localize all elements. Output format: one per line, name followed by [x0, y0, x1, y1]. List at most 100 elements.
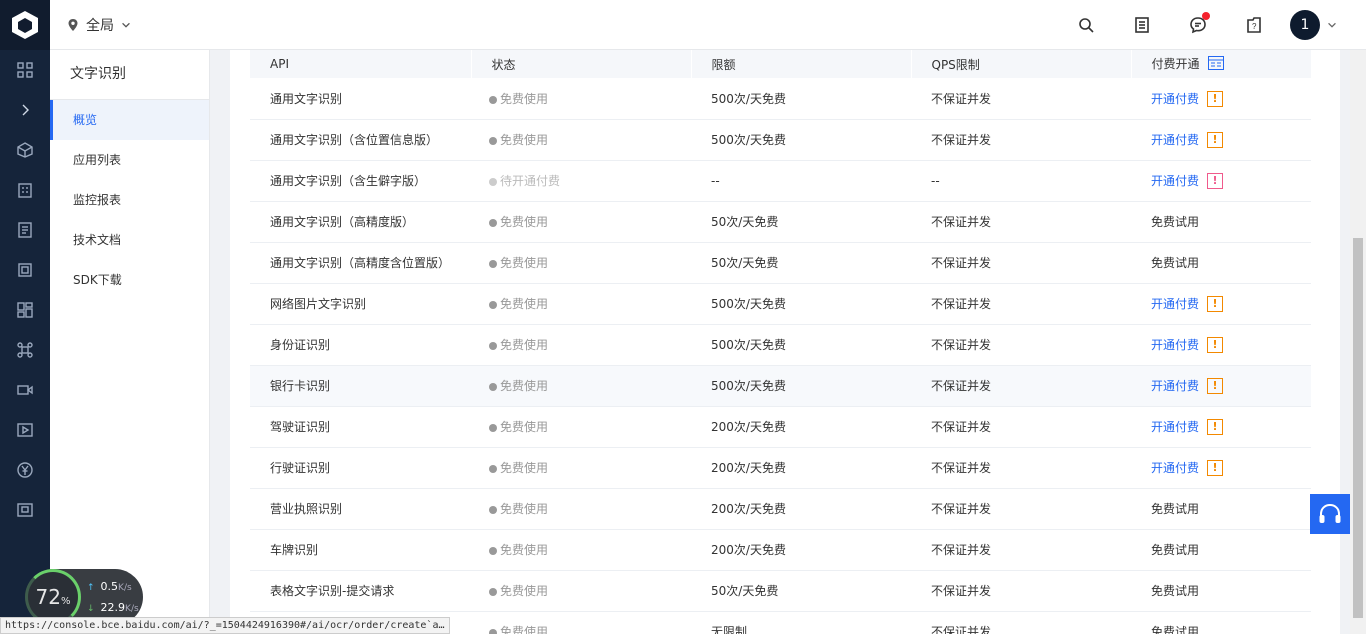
- enable-paid-link[interactable]: 开通付费: [1151, 174, 1199, 188]
- status-text: 免费使用: [500, 543, 549, 557]
- free-trial-text: 免费试用: [1151, 543, 1200, 557]
- cell-paid-action: 开通付费!: [1131, 324, 1311, 365]
- cell-qps: 不保证并发: [931, 338, 992, 352]
- warning-icon[interactable]: !: [1207, 378, 1224, 395]
- sidebar-item-app-list[interactable]: 应用列表: [50, 140, 209, 180]
- status-text: 免费使用: [500, 420, 549, 434]
- status-text: 免费使用: [500, 91, 549, 106]
- cell-quota: 500次/天免费: [711, 297, 786, 311]
- status-text: 免费使用: [500, 215, 549, 229]
- status-text: 免费使用: [500, 297, 549, 311]
- cell-api-name: 通用文字识别（高精度版）: [270, 215, 415, 229]
- warning-icon[interactable]: !: [1207, 91, 1224, 107]
- warning-icon[interactable]: !: [1207, 173, 1224, 190]
- status-text: 免费使用: [500, 379, 549, 393]
- document-icon[interactable]: [0, 210, 50, 250]
- sidebar-item-monitor-report[interactable]: 监控报表: [50, 180, 209, 220]
- enable-paid-link[interactable]: 开通付费: [1151, 133, 1199, 147]
- cell-quota: 200次/天免费: [711, 543, 786, 557]
- table-row: 车牌识别 免费使用 200次/天免费 不保证并发 免费试用: [250, 529, 1311, 570]
- page-scrollbar[interactable]: [1350, 50, 1366, 634]
- cell-quota: 无限制: [711, 625, 748, 634]
- table-header-row: API 状态 限额 QPS限制 付费开通: [250, 50, 1311, 78]
- cell-qps: 不保证并发: [931, 133, 992, 147]
- enable-paid-link[interactable]: 开通付费: [1151, 297, 1199, 311]
- table-row: 营业执照识别 免费使用 200次/天免费 不保证并发 免费试用: [250, 488, 1311, 529]
- table-row: 驾驶证识别 免费使用 200次/天免费 不保证并发 开通付费!: [250, 406, 1311, 447]
- cell-qps: 不保证并发: [931, 420, 992, 434]
- enable-paid-link[interactable]: 开通付费: [1151, 461, 1199, 475]
- cell-paid-action: 开通付费!: [1131, 283, 1311, 324]
- status-text: 免费使用: [500, 256, 549, 270]
- dashboard-icon[interactable]: [0, 290, 50, 330]
- enable-paid-link[interactable]: 开通付费: [1151, 379, 1199, 393]
- status-dot-icon: [489, 465, 497, 473]
- status-text: 待开通付费: [500, 174, 561, 188]
- cell-qps: 不保证并发: [931, 215, 992, 229]
- video-icon[interactable]: [0, 370, 50, 410]
- cell-status: 免费使用: [471, 119, 691, 160]
- region-selector[interactable]: 全局: [66, 0, 132, 50]
- cell-status: 待开通付费: [471, 160, 691, 201]
- sidebar-item-sdk-download[interactable]: SDK下载: [50, 260, 209, 300]
- grid-icon[interactable]: [0, 50, 50, 90]
- cell-paid-action: 开通付费!: [1131, 365, 1311, 406]
- customer-support-button[interactable]: [1310, 494, 1350, 534]
- building-icon[interactable]: [0, 170, 50, 210]
- cell-paid-action: 开通付费!: [1131, 406, 1311, 447]
- cell-paid-action: 免费试用: [1131, 242, 1311, 283]
- table-settings-icon[interactable]: [1207, 56, 1224, 73]
- cell-qps: 不保证并发: [931, 625, 992, 634]
- status-dot-icon: [489, 424, 497, 432]
- help-icon[interactable]: ?: [1226, 0, 1282, 50]
- status-dot-icon: [489, 547, 497, 555]
- region-label: 全局: [86, 18, 114, 34]
- column-header-paid: 付费开通: [1131, 50, 1311, 78]
- user-menu[interactable]: 1: [1290, 10, 1338, 40]
- svg-text:?: ?: [1252, 22, 1257, 31]
- cell-status: 免费使用: [471, 283, 691, 324]
- scrollbar-thumb[interactable]: [1353, 238, 1363, 618]
- status-dot-icon: [489, 588, 497, 596]
- play-icon[interactable]: [0, 410, 50, 450]
- logo-icon[interactable]: [0, 0, 50, 50]
- cell-qps: 不保证并发: [931, 502, 992, 516]
- expand-icon[interactable]: [0, 90, 50, 130]
- enable-paid-link[interactable]: 开通付费: [1151, 338, 1199, 352]
- search-icon[interactable]: [1058, 0, 1114, 50]
- warning-icon[interactable]: !: [1207, 337, 1224, 354]
- percent-value: 72: [35, 585, 61, 609]
- cell-status: 免费使用: [471, 570, 691, 611]
- cell-quota: 50次/天免费: [711, 584, 779, 598]
- enable-paid-link[interactable]: 开通付费: [1151, 92, 1199, 106]
- upload-unit: K/s: [118, 583, 132, 593]
- table-row: 通用文字识别（高精度版） 免费使用 50次/天免费 不保证并发 免费试用: [250, 201, 1311, 242]
- command-icon[interactable]: [0, 330, 50, 370]
- free-trial-text: 免费试用: [1151, 215, 1200, 229]
- cell-status: 免费使用: [471, 324, 691, 365]
- status-dot-icon: [489, 95, 497, 104]
- cube-icon[interactable]: [0, 130, 50, 170]
- status-dot-icon: [489, 506, 497, 514]
- free-trial-text: 免费试用: [1151, 502, 1200, 516]
- message-icon[interactable]: [1170, 0, 1226, 50]
- warning-icon[interactable]: !: [1207, 460, 1224, 477]
- api-table: API 状态 限额 QPS限制 付费开通 通用文字识别 免费使用 500次/天免费不…: [250, 50, 1311, 634]
- yuan-icon[interactable]: [0, 450, 50, 490]
- cell-status: 免费使用: [471, 611, 691, 634]
- status-text: 免费使用: [500, 625, 549, 634]
- sidebar-item-tech-docs[interactable]: 技术文档: [50, 220, 209, 260]
- status-text: 免费使用: [500, 338, 549, 352]
- monitor-icon[interactable]: [0, 490, 50, 530]
- list-icon[interactable]: [1114, 0, 1170, 50]
- enable-paid-link[interactable]: 开通付费: [1151, 420, 1199, 434]
- warning-icon[interactable]: !: [1207, 419, 1224, 436]
- warning-icon[interactable]: !: [1207, 132, 1224, 149]
- cell-api-name: 车牌识别: [270, 543, 319, 557]
- sidebar-item-overview[interactable]: 概览: [50, 100, 209, 140]
- cell-api-name: 身份证识别: [270, 338, 331, 352]
- cell-paid-action: 免费试用: [1131, 529, 1311, 570]
- cell-qps: 不保证并发: [931, 297, 992, 311]
- warning-icon[interactable]: !: [1207, 296, 1224, 313]
- layers-icon[interactable]: [0, 250, 50, 290]
